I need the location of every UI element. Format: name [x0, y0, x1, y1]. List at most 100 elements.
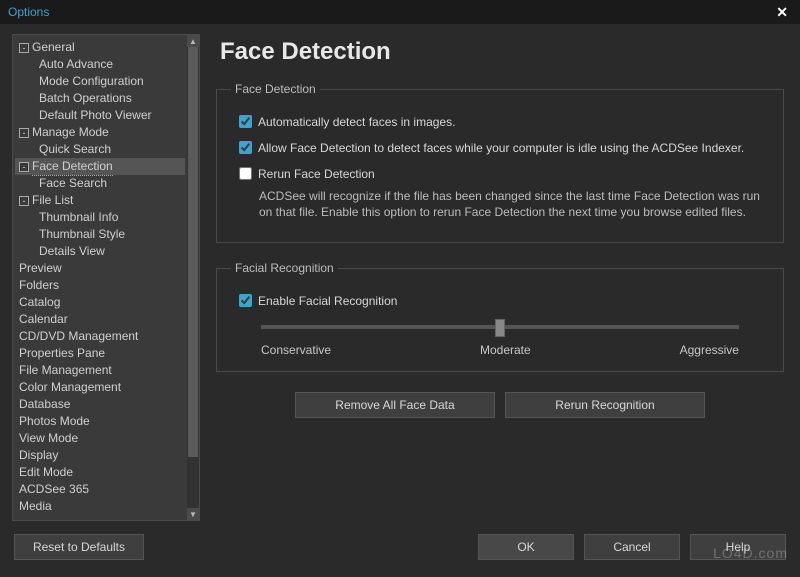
tree-item-label: Media: [19, 498, 52, 515]
tree-item-label: Display: [19, 447, 58, 464]
slider-label-left: Conservative: [261, 343, 331, 357]
tree-item-general[interactable]: -General: [15, 39, 185, 56]
auto-detect-row: Automatically detect faces in images.: [239, 114, 769, 130]
help-button[interactable]: Help: [690, 534, 786, 560]
tree-item-label: Batch Operations: [39, 90, 132, 107]
tree-item-edit-mode[interactable]: Edit Mode: [15, 464, 185, 481]
enable-recognition-row: Enable Facial Recognition: [239, 293, 769, 309]
tree-item-label: Mode Configuration: [39, 73, 144, 90]
tree-item-label: Manage Mode: [32, 124, 109, 141]
tree-item-media[interactable]: Media: [15, 498, 185, 515]
main-panel: Face Detection Face Detection Automatica…: [212, 34, 788, 521]
tree-item-label: Thumbnail Info: [39, 209, 118, 226]
tree-item-face-search[interactable]: Face Search: [15, 175, 185, 192]
tree-item-mode-configuration[interactable]: Mode Configuration: [15, 73, 185, 90]
tree-item-label: View Mode: [19, 430, 78, 447]
tree-item-calendar[interactable]: Calendar: [15, 311, 185, 328]
enable-recognition-checkbox[interactable]: [239, 294, 252, 307]
options-window: Options ✕ -GeneralAuto AdvanceMode Confi…: [0, 0, 800, 577]
tree-item-label: Details View: [39, 243, 105, 260]
tree-item-label: Auto Advance: [39, 56, 113, 73]
tree-item-label: Color Management: [19, 379, 121, 396]
page-title: Face Detection: [220, 38, 788, 66]
tree-item-face-detection[interactable]: -Face Detection: [15, 158, 185, 175]
tree-item-label: Edit Mode: [19, 464, 73, 481]
tree-item-file-list[interactable]: -File List: [15, 192, 185, 209]
collapse-icon[interactable]: -: [19, 196, 29, 206]
scroll-down-icon[interactable]: ▼: [187, 508, 199, 520]
tree-item-database[interactable]: Database: [15, 396, 185, 413]
scroll-thumb[interactable]: [188, 47, 198, 457]
tree-item-manage-mode[interactable]: -Manage Mode: [15, 124, 185, 141]
tree-item-acdsee-365[interactable]: ACDSee 365: [15, 481, 185, 498]
tree-item-thumbnail-style[interactable]: Thumbnail Style: [15, 226, 185, 243]
slider-thumb[interactable]: [495, 319, 505, 337]
rerun-detect-row: Rerun Face Detection: [239, 166, 769, 182]
tree-item-default-photo-viewer[interactable]: Default Photo Viewer: [15, 107, 185, 124]
tree-item-label: Calendar: [19, 311, 68, 328]
reset-defaults-button[interactable]: Reset to Defaults: [14, 534, 144, 560]
action-buttons: Remove All Face Data Rerun Recognition: [212, 392, 788, 418]
slider-track[interactable]: [261, 325, 739, 329]
tree-item-label: ACDSee 365: [19, 481, 89, 498]
body: -GeneralAuto AdvanceMode ConfigurationBa…: [0, 24, 800, 527]
tree-item-preview[interactable]: Preview: [15, 260, 185, 277]
idle-detect-row: Allow Face Detection to detect faces whi…: [239, 140, 769, 156]
face-detection-group: Face Detection Automatically detect face…: [216, 82, 784, 243]
recognition-slider[interactable]: Conservative Moderate Aggressive: [261, 325, 739, 357]
slider-label-mid: Moderate: [480, 343, 531, 357]
collapse-icon[interactable]: -: [19, 128, 29, 138]
tree-item-label: File Management: [19, 362, 112, 379]
facial-recognition-legend: Facial Recognition: [231, 261, 338, 275]
ok-button[interactable]: OK: [478, 534, 574, 560]
tree-item-folders[interactable]: Folders: [15, 277, 185, 294]
tree-item-catalog[interactable]: Catalog: [15, 294, 185, 311]
tree-item-color-management[interactable]: Color Management: [15, 379, 185, 396]
facial-recognition-group: Facial Recognition Enable Facial Recogni…: [216, 261, 784, 372]
idle-detect-label: Allow Face Detection to detect faces whi…: [258, 140, 744, 156]
rerun-detect-label: Rerun Face Detection: [258, 166, 375, 182]
tree-item-label: Face Detection: [32, 158, 113, 176]
tree-item-label: Default Photo Viewer: [39, 107, 152, 124]
tree-item-batch-operations[interactable]: Batch Operations: [15, 90, 185, 107]
tree-item-details-view[interactable]: Details View: [15, 243, 185, 260]
tree-item-label: Face Search: [39, 175, 107, 192]
tree-item-view-mode[interactable]: View Mode: [15, 430, 185, 447]
rerun-detect-description: ACDSee will recognize if the file has be…: [259, 188, 769, 220]
tree-item-cd-dvd-management[interactable]: CD/DVD Management: [15, 328, 185, 345]
remove-all-face-data-button[interactable]: Remove All Face Data: [295, 392, 495, 418]
collapse-icon[interactable]: -: [19, 162, 29, 172]
tree-item-label: Quick Search: [39, 141, 111, 158]
tree-item-label: Database: [19, 396, 70, 413]
slider-labels: Conservative Moderate Aggressive: [261, 343, 739, 357]
tree-item-file-management[interactable]: File Management: [15, 362, 185, 379]
tree-item-label: Photos Mode: [19, 413, 90, 430]
collapse-icon[interactable]: -: [19, 43, 29, 53]
window-title: Options: [8, 5, 49, 19]
scrollbar[interactable]: ▲ ▼: [187, 35, 199, 520]
tree-item-label: Folders: [19, 277, 59, 294]
tree-item-label: Catalog: [19, 294, 60, 311]
auto-detect-checkbox[interactable]: [239, 115, 252, 128]
tree-item-label: CD/DVD Management: [19, 328, 138, 345]
scroll-up-icon[interactable]: ▲: [187, 35, 199, 47]
close-icon[interactable]: ✕: [772, 4, 792, 21]
tree-item-photos-mode[interactable]: Photos Mode: [15, 413, 185, 430]
rerun-detect-checkbox[interactable]: [239, 167, 252, 180]
rerun-recognition-button[interactable]: Rerun Recognition: [505, 392, 705, 418]
tree-item-quick-search[interactable]: Quick Search: [15, 141, 185, 158]
enable-recognition-label: Enable Facial Recognition: [258, 293, 397, 309]
cancel-button[interactable]: Cancel: [584, 534, 680, 560]
tree-item-label: Thumbnail Style: [39, 226, 125, 243]
sidebar: -GeneralAuto AdvanceMode ConfigurationBa…: [12, 34, 200, 521]
tree-item-properties-pane[interactable]: Properties Pane: [15, 345, 185, 362]
tree-item-auto-advance[interactable]: Auto Advance: [15, 56, 185, 73]
tree-item-display[interactable]: Display: [15, 447, 185, 464]
idle-detect-checkbox[interactable]: [239, 141, 252, 154]
titlebar: Options ✕: [0, 0, 800, 24]
face-detection-legend: Face Detection: [231, 82, 320, 96]
tree-item-thumbnail-info[interactable]: Thumbnail Info: [15, 209, 185, 226]
tree-item-label: General: [32, 39, 75, 56]
slider-label-right: Aggressive: [680, 343, 739, 357]
nav-tree: -GeneralAuto AdvanceMode ConfigurationBa…: [12, 34, 200, 521]
